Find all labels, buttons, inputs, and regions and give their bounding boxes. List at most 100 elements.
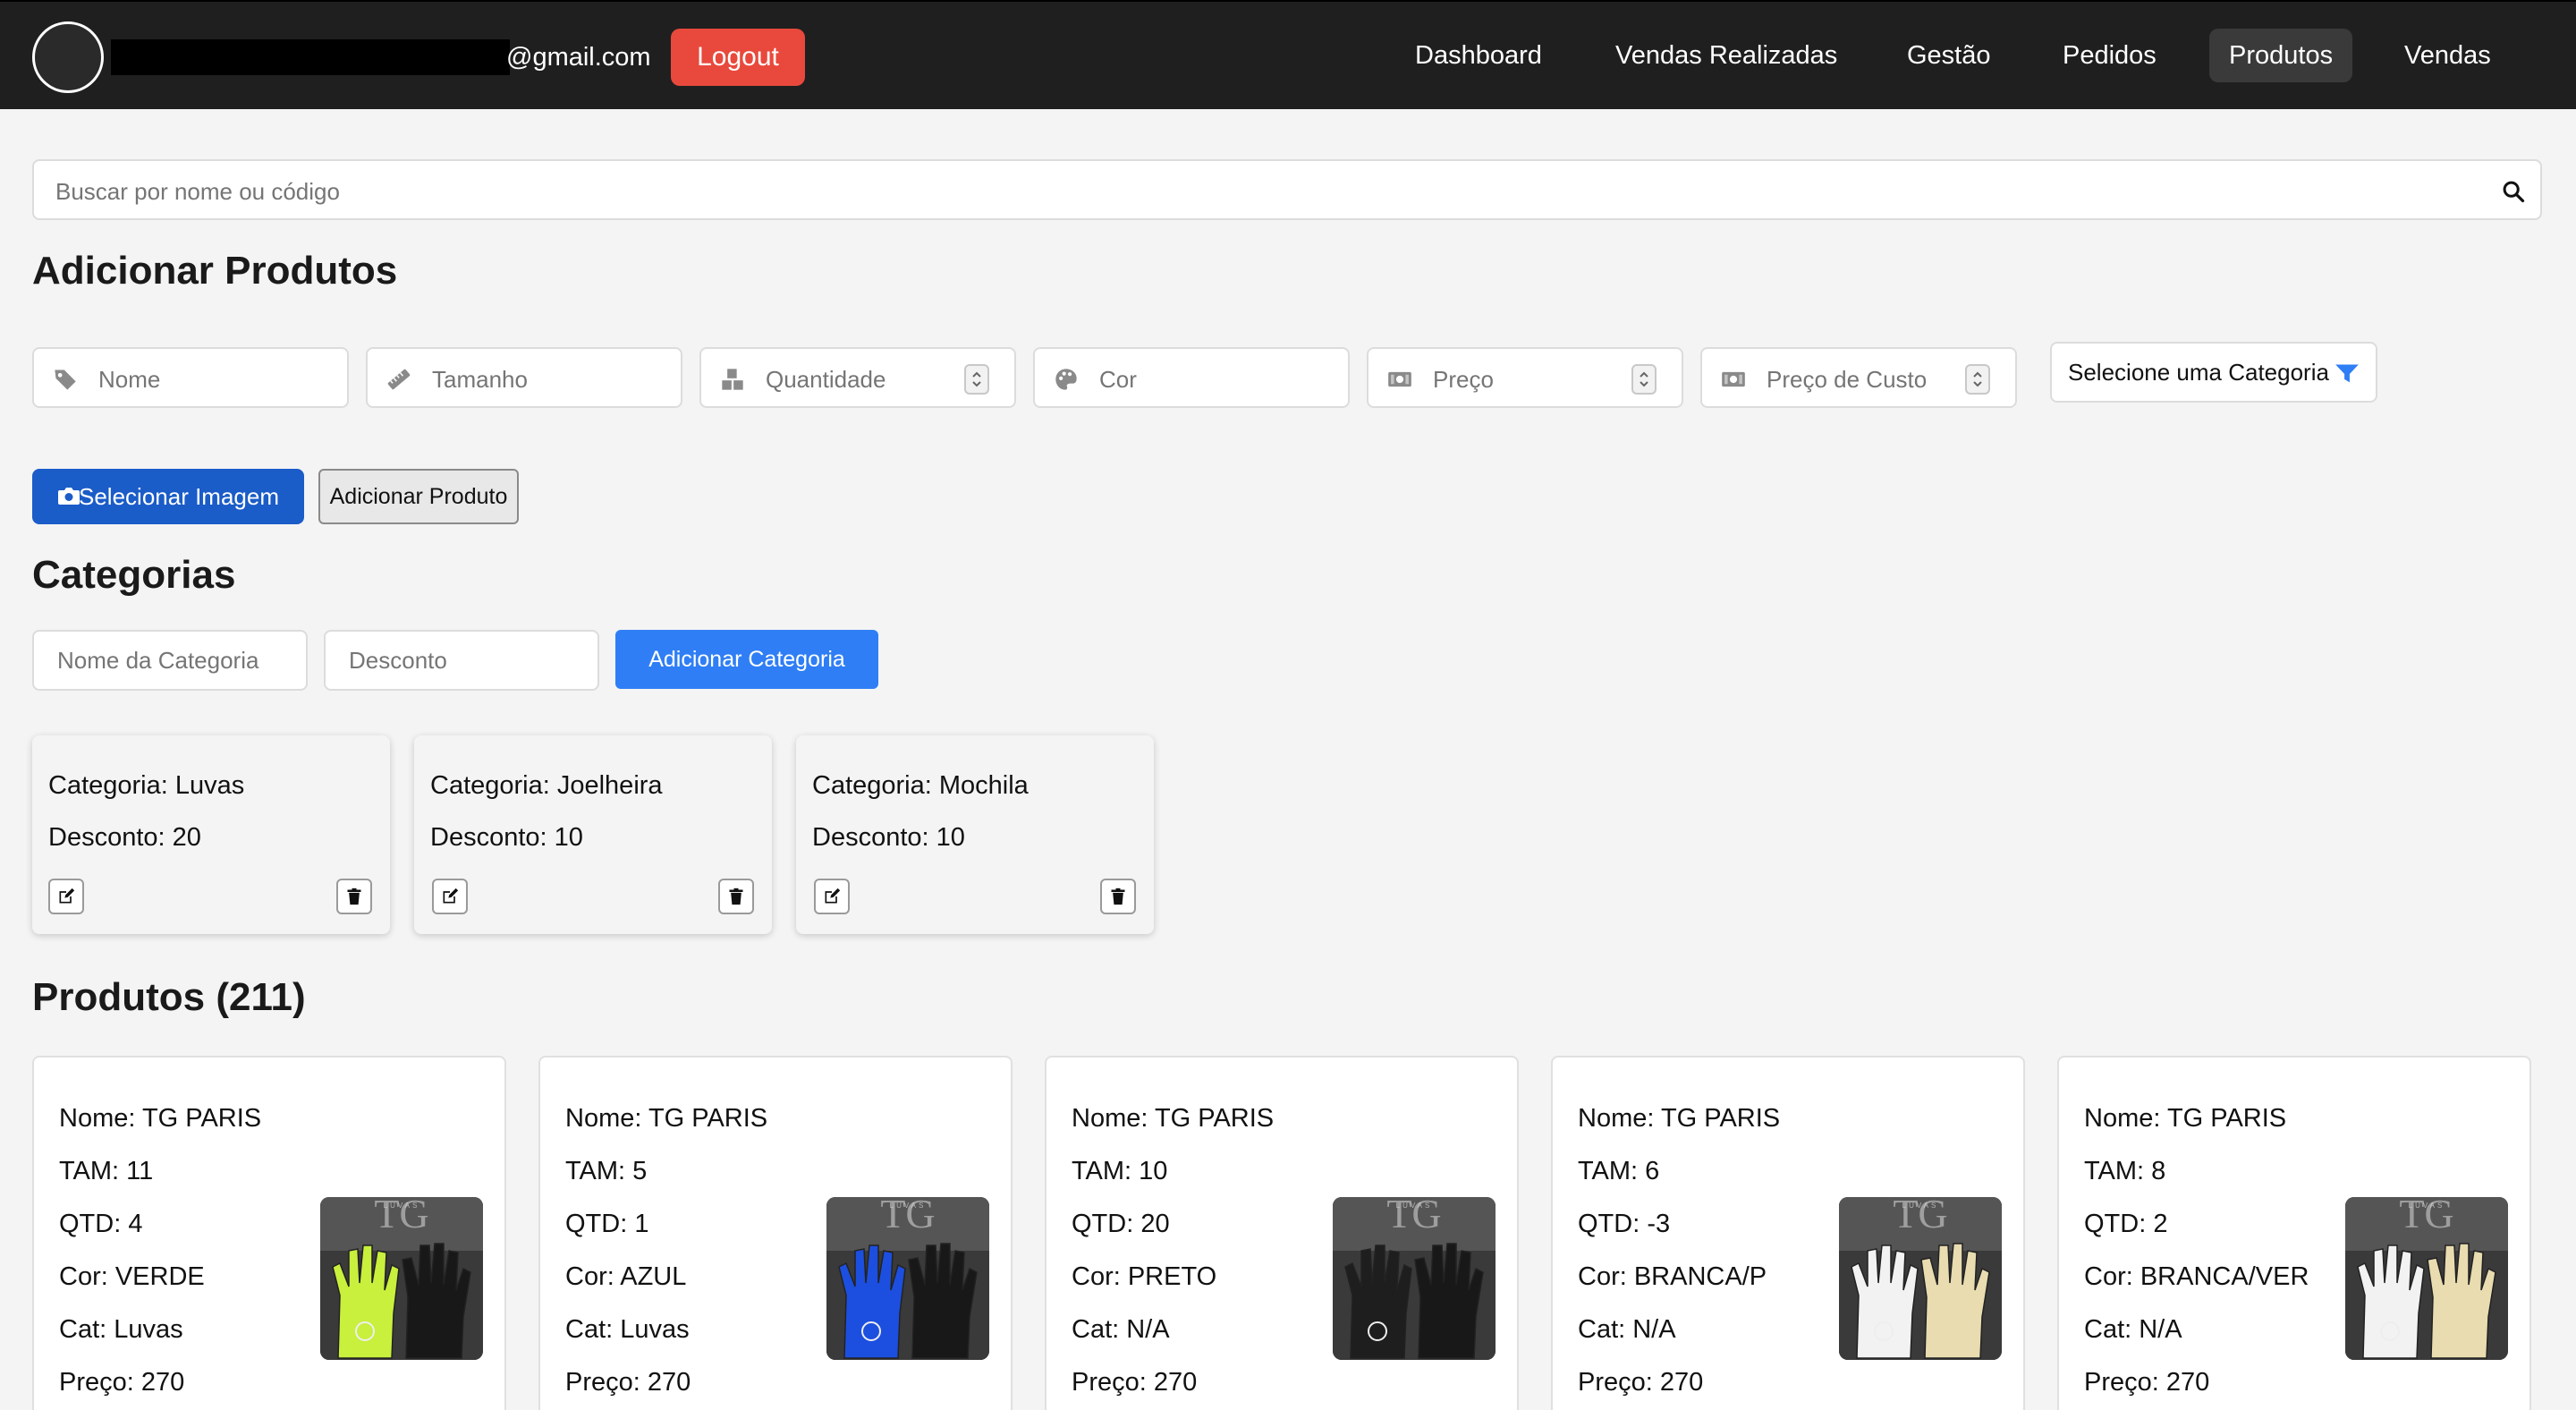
product-image[interactable]: TG LUVAS	[826, 1197, 989, 1360]
color-field	[1033, 347, 1350, 408]
product-price: Preço: 270	[1072, 1368, 1198, 1397]
category-name: Categoria: Mochila	[812, 771, 1029, 800]
product-size: TAM: 11	[59, 1157, 154, 1185]
camera-icon	[58, 488, 80, 505]
edit-icon	[443, 888, 459, 904]
trash-icon	[347, 888, 361, 905]
price-stepper[interactable]	[1631, 364, 1657, 395]
glove-photo-icon: TGLUVAS	[826, 1197, 989, 1360]
add-product-button[interactable]: Adicionar Produto	[318, 469, 519, 524]
edit-category-button[interactable]	[48, 879, 84, 914]
category-discount: Desconto: 20	[48, 823, 201, 852]
quantity-stepper[interactable]	[964, 364, 989, 395]
category-name-input[interactable]	[32, 630, 308, 691]
select-image-button[interactable]: Selecionar Imagem	[32, 469, 304, 524]
nav-item-produtos[interactable]: Produtos	[2209, 29, 2353, 82]
product-size: TAM: 5	[565, 1157, 648, 1185]
product-name: Nome: TG PARIS	[565, 1104, 768, 1133]
edit-category-button[interactable]	[432, 879, 468, 914]
product-image[interactable]: TG LUVAS	[1839, 1197, 2002, 1360]
nav-item-dashboard[interactable]: Dashboard	[1395, 29, 1562, 82]
money-bill-icon	[1722, 371, 1745, 387]
top-navbar: @gmail.com Logout Dashboard Vendas Reali…	[0, 0, 2576, 109]
product-color: Cor: BRANCA/VER	[2084, 1262, 2309, 1291]
glove-photo-icon: TGLUVAS	[1839, 1197, 2002, 1360]
product-quantity: QTD: -3	[1578, 1210, 1671, 1238]
search-input[interactable]	[55, 172, 2470, 211]
price-input[interactable]	[1433, 360, 1648, 399]
brand-subtext: LUVAS	[1396, 1202, 1433, 1210]
product-quantity: QTD: 20	[1072, 1210, 1170, 1238]
glove-photo-icon: TGLUVAS	[2345, 1197, 2508, 1360]
edit-icon	[59, 888, 75, 904]
cost-price-input[interactable]	[1767, 360, 1981, 399]
search-bar	[32, 159, 2542, 220]
product-card[interactable]: Nome: TG PARIS TAM: 5 QTD: 1 Cor: AZUL Cat: …	[538, 1056, 1013, 1410]
brand-subtext: LUVAS	[1902, 1202, 1939, 1210]
select-image-label: Selecionar Imagem	[79, 483, 279, 510]
stepper-arrows-icon	[1973, 371, 1982, 387]
nav-item-pedidos[interactable]: Pedidos	[2043, 29, 2176, 82]
trash-icon	[1111, 888, 1125, 905]
add-category-button[interactable]: Adicionar Categoria	[615, 630, 878, 689]
stepper-arrows-icon	[972, 371, 981, 387]
palette-icon	[1055, 369, 1077, 390]
name-field	[32, 347, 349, 408]
edit-category-button[interactable]	[814, 879, 850, 914]
cost-price-stepper[interactable]	[1965, 364, 1990, 395]
product-card[interactable]: Nome: TG PARIS TAM: 10 QTD: 20 Cor: PRETO Ca…	[1045, 1056, 1519, 1410]
product-size: TAM: 10	[1072, 1157, 1168, 1185]
nav-item-gestao[interactable]: Gestão	[1887, 29, 2011, 82]
product-category: Cat: N/A	[1578, 1315, 1676, 1344]
cost-price-field	[1700, 347, 2017, 408]
product-image[interactable]: TG LUVAS	[2345, 1197, 2508, 1360]
product-color: Cor: BRANCA/P	[1578, 1262, 1767, 1291]
brand-subtext: LUVAS	[2409, 1202, 2445, 1210]
category-name: Categoria: Luvas	[48, 771, 245, 800]
category-discount: Desconto: 10	[812, 823, 965, 852]
product-price: Preço: 270	[59, 1368, 185, 1397]
ruler-icon	[387, 369, 411, 390]
product-image[interactable]: TG LUVAS	[320, 1197, 483, 1360]
search-icon[interactable]	[2501, 179, 2526, 204]
product-card[interactable]: Nome: TG PARIS TAM: 8 QTD: 2 Cor: BRANCA/VE…	[2057, 1056, 2531, 1410]
category-card: Categoria: Luvas Desconto: 20	[32, 735, 390, 934]
product-image[interactable]: TG LUVAS	[1333, 1197, 1496, 1360]
color-input[interactable]	[1099, 360, 1314, 399]
delete-category-button[interactable]	[1100, 879, 1136, 914]
category-card: Categoria: Joelheira Desconto: 10	[414, 735, 772, 934]
brand-subtext: LUVAS	[890, 1202, 927, 1210]
products-title: Produtos (211)	[32, 975, 306, 1019]
product-size: TAM: 6	[1578, 1157, 1660, 1185]
product-quantity: QTD: 2	[2084, 1210, 2168, 1238]
product-card[interactable]: Nome: TG PARIS TAM: 11 QTD: 4 Cor: VERDE Cat…	[32, 1056, 506, 1410]
nav-item-vendas[interactable]: Vendas	[2385, 29, 2511, 82]
product-category: Cat: N/A	[1072, 1315, 1170, 1344]
product-category: Cat: Luvas	[59, 1315, 183, 1344]
product-quantity: QTD: 4	[59, 1210, 143, 1238]
category-select-label: Selecione uma Categoria	[2068, 359, 2329, 386]
category-discount-input[interactable]	[324, 630, 599, 691]
nav-item-vendas-realizadas[interactable]: Vendas Realizadas	[1596, 29, 1857, 82]
glove-photo-icon: TGLUVAS	[320, 1197, 483, 1360]
product-price: Preço: 270	[565, 1368, 691, 1397]
product-name: Nome: TG PARIS	[59, 1104, 262, 1133]
glove-photo-icon: TGLUVAS	[1333, 1197, 1496, 1360]
product-card[interactable]: Nome: TG PARIS TAM: 6 QTD: -3 Cor: BRANCA/P…	[1551, 1056, 2025, 1410]
name-input[interactable]	[98, 360, 313, 399]
quantity-input[interactable]	[766, 360, 980, 399]
quantity-field	[699, 347, 1016, 408]
size-input[interactable]	[432, 360, 647, 399]
product-price: Preço: 270	[1578, 1368, 1704, 1397]
category-card: Categoria: Mochila Desconto: 10	[796, 735, 1154, 934]
category-name: Categoria: Joelheira	[430, 771, 663, 800]
stepper-arrows-icon	[1640, 371, 1648, 387]
categories-title: Categorias	[32, 553, 236, 597]
price-field	[1367, 347, 1683, 408]
category-select[interactable]: Selecione uma Categoria	[2050, 342, 2377, 403]
delete-category-button[interactable]	[336, 879, 372, 914]
product-color: Cor: PRETO	[1072, 1262, 1217, 1291]
category-discount: Desconto: 10	[430, 823, 583, 852]
delete-category-button[interactable]	[718, 879, 754, 914]
product-color: Cor: AZUL	[565, 1262, 687, 1291]
